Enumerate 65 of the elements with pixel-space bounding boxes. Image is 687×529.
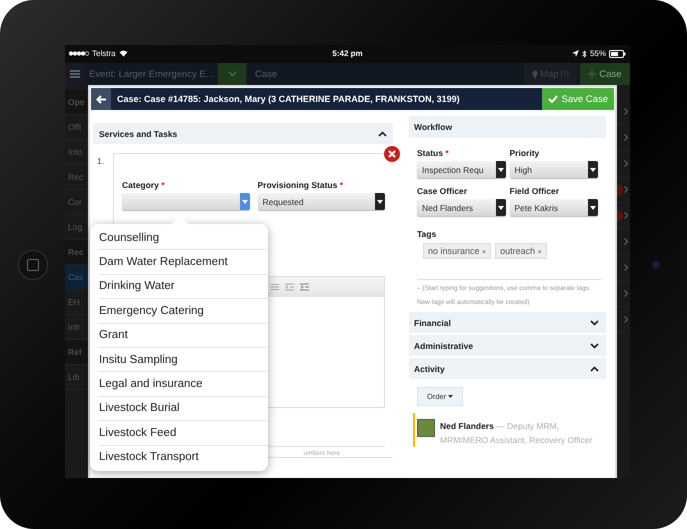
home-button[interactable] (18, 250, 48, 280)
battery-icon (609, 50, 626, 58)
chevron-right-icon (624, 134, 628, 141)
dropdown-field[interactable]: Pete Kakris (510, 199, 598, 216)
menu-option[interactable]: Livestock Transport (99, 446, 268, 469)
caret-icon (448, 395, 454, 398)
menu-button[interactable] (65, 63, 85, 85)
chevron-right-icon (624, 186, 628, 193)
bluetooth-icon (582, 50, 587, 58)
chevron-right-icon (624, 212, 628, 219)
accordion-header[interactable]: Activity (409, 358, 606, 379)
outdent-icon[interactable] (285, 283, 294, 291)
section-header[interactable]: Workflow (409, 116, 606, 138)
menu-option[interactable]: Grant (99, 324, 268, 348)
remove-icon[interactable] (384, 146, 400, 162)
carrier-name: Telstra (92, 49, 116, 58)
field-label: Provisioning Status * (258, 180, 344, 190)
chevron-right-icon (624, 264, 628, 271)
accordion-header[interactable]: Administrative (409, 335, 606, 356)
chevron-right-icon (624, 290, 628, 297)
menu-option[interactable]: Insitu Sampling (99, 348, 268, 372)
dropdown-field[interactable] (122, 193, 250, 210)
field-label: Field Officer (510, 186, 560, 196)
section-header[interactable]: Services and Tasks (93, 123, 393, 144)
dropdown-field[interactable]: Requested (258, 193, 385, 210)
dialog-title: Case: Case #14785: Jackson, Mary (3 CATHERINE PARADE, FRANKSTON, 3199) (116, 94, 461, 104)
dropdown-field[interactable]: High (510, 161, 598, 178)
dropdown-field[interactable]: Ned Flanders (417, 199, 506, 216)
menu-option[interactable]: Counselling (99, 226, 268, 250)
menu-option[interactable]: Livestock Feed (99, 421, 268, 446)
chevron-down-icon (228, 71, 236, 77)
check-icon (548, 95, 558, 103)
dropdown-field[interactable]: Inspection Requ (417, 161, 506, 178)
chevron-right-icon (624, 238, 628, 245)
plus-icon (588, 70, 596, 78)
indent-icon[interactable] (300, 283, 309, 291)
field-label: Case Officer (417, 186, 468, 196)
wifi-icon (118, 50, 128, 57)
chevron-right-icon (624, 108, 628, 115)
event-dropdown-button[interactable] (218, 63, 246, 85)
field-label: Category * (122, 180, 166, 190)
menu-option[interactable]: Livestock Burial (99, 396, 268, 422)
location-icon (572, 50, 579, 57)
field-label: Priority (510, 148, 540, 158)
menu-option[interactable]: Dam Water Replacement (99, 250, 268, 275)
list-icon[interactable] (271, 283, 279, 291)
new-case-button[interactable]: Case (580, 63, 630, 85)
activity-text: Ned Flanders — Deputy MRM, MRM/MERO Assistant, Recovery Officer (440, 420, 594, 447)
menu-icon (70, 70, 80, 78)
camera-icon (652, 261, 660, 269)
clock-time: 5:42 pm (332, 49, 363, 58)
menu-option[interactable]: Emergency Catering (99, 299, 268, 324)
battery-percent: 55% (590, 49, 606, 58)
field-label: Tags (416, 228, 438, 241)
menu-option[interactable]: Legal and insurance (99, 372, 268, 397)
avatar (417, 419, 435, 437)
signal-icon (69, 51, 89, 56)
map-pin-icon (532, 70, 538, 78)
menu-option[interactable]: Drinking Water (99, 274, 268, 300)
back-button[interactable] (91, 88, 111, 110)
chevron-right-icon (624, 160, 628, 167)
field-label: Status * (417, 148, 450, 158)
back-arrow-icon (96, 94, 106, 104)
chevron-right-icon (624, 316, 628, 323)
accordion-header[interactable]: Financial (409, 312, 606, 333)
